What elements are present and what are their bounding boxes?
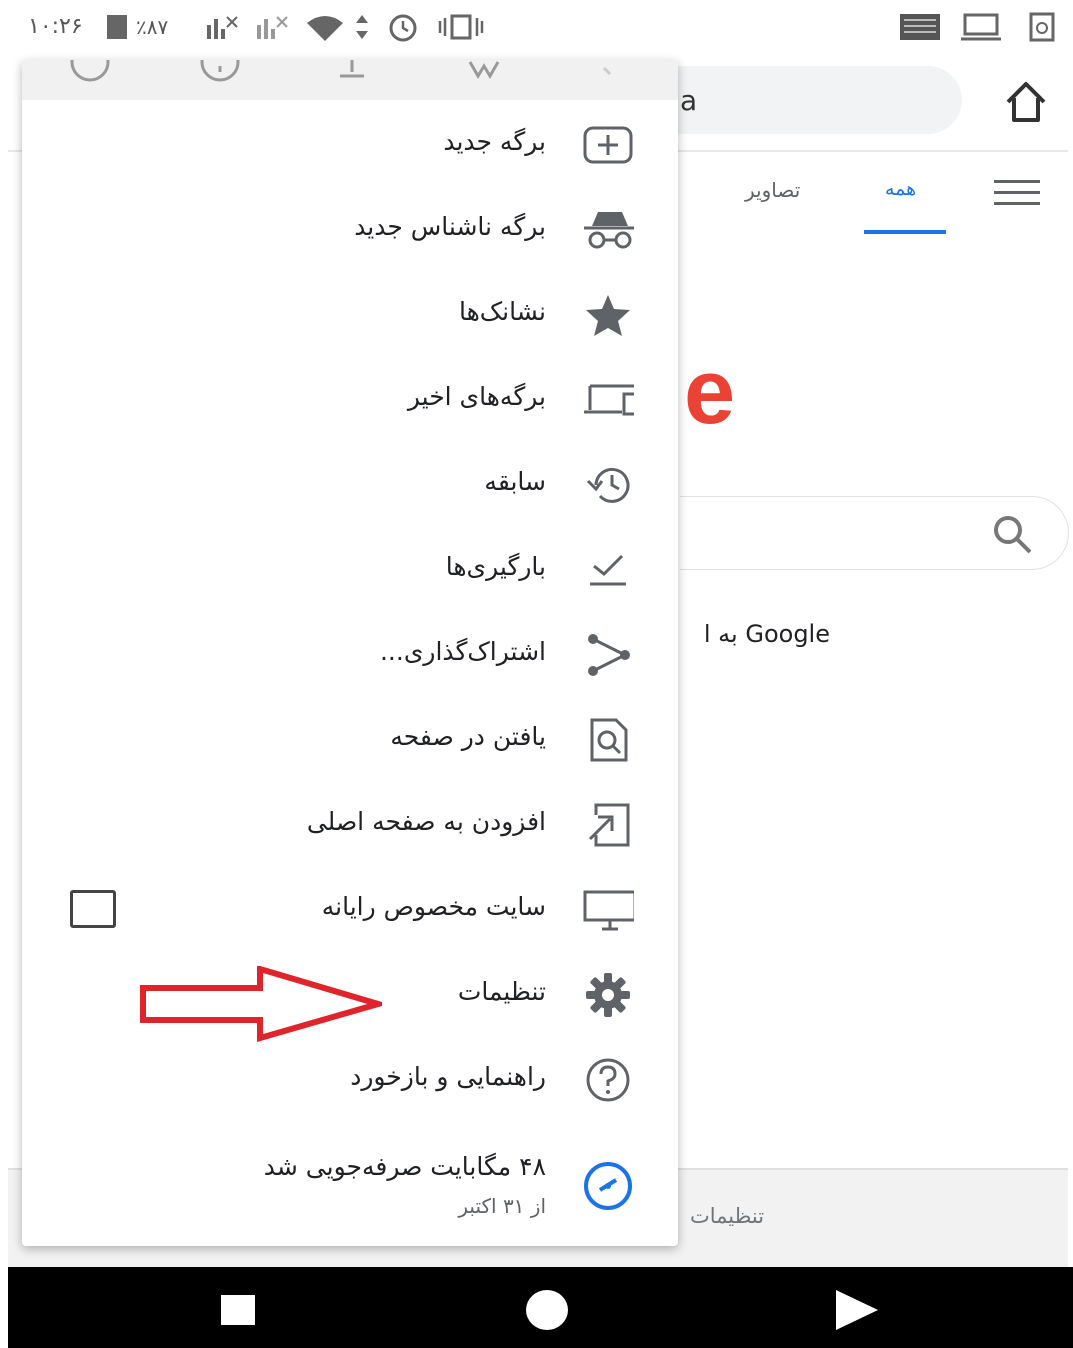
- signal-icon-2: [255, 12, 291, 42]
- help-icon: [582, 1058, 634, 1102]
- incognito-icon: [582, 208, 634, 252]
- menu-item-add-to-home-screen[interactable]: افزودن به صفحه اصلی: [22, 785, 678, 865]
- menu-item-label: برگه‌های اخیر: [407, 382, 546, 411]
- notification-app-icon: [898, 12, 942, 42]
- menu-item-bookmarks[interactable]: نشانک‌ها: [22, 275, 678, 355]
- menu-item-label: تنظیمات: [457, 977, 546, 1006]
- tab-active-indicator: [864, 230, 946, 234]
- bookmark-star-icon[interactable]: [464, 60, 504, 88]
- search-icon[interactable]: [990, 512, 1034, 556]
- annotation-arrow: [140, 966, 382, 1042]
- menu-item-label: بارگیری‌ها: [445, 552, 546, 581]
- menu-item-label: نشانک‌ها: [458, 297, 546, 326]
- vibrate-icon: [436, 12, 488, 42]
- info-icon[interactable]: [200, 60, 240, 88]
- plus-box-icon: [582, 123, 634, 167]
- google-logo: e: [684, 341, 736, 443]
- tab-images[interactable]: تصاویر: [745, 178, 800, 202]
- menu-item-history[interactable]: سابقه: [22, 445, 678, 525]
- menu-item-label: برگه جدید: [443, 127, 546, 156]
- menu-item-label: راهنمایی و بازخورد: [350, 1062, 546, 1091]
- menu-top-actions: [22, 60, 678, 100]
- home-nav-button[interactable]: [526, 1290, 568, 1330]
- overflow-menu: برگه جدید برگه ناشناس جدید نشانک‌ها برگه…: [22, 60, 678, 1246]
- star-icon: [582, 293, 634, 337]
- menu-item-new-incognito-tab[interactable]: برگه ناشناس جدید: [22, 190, 678, 270]
- menu-item-new-tab[interactable]: برگه جدید: [22, 105, 678, 185]
- alarm-icon: [385, 12, 421, 42]
- home-icon: [1006, 82, 1046, 122]
- desktop-icon: [582, 888, 634, 932]
- gear-icon: [582, 973, 634, 1017]
- forward-icon[interactable]: [594, 60, 634, 88]
- home-button[interactable]: [1000, 76, 1052, 128]
- battery-icon: [105, 12, 129, 42]
- recents-button[interactable]: [221, 1295, 255, 1325]
- share-icon: [582, 633, 634, 677]
- menu-item-sublabel: از ۳۱ اکتبر: [458, 1194, 546, 1218]
- tab-all[interactable]: همه: [885, 178, 916, 200]
- refresh-icon[interactable]: [70, 60, 110, 88]
- history-icon: [582, 463, 634, 507]
- omnibox-text: a: [680, 84, 698, 117]
- menu-item-label: یافتن در صفحه: [390, 722, 546, 751]
- menu-item-find-in-page[interactable]: یافتن در صفحه: [22, 700, 678, 780]
- menu-item-label: ۴۸ مگابایت صرفه‌جویی شد: [263, 1152, 546, 1181]
- menu-item-recent-tabs[interactable]: برگه‌های اخیر: [22, 360, 678, 440]
- desktop-site-checkbox[interactable]: [70, 890, 116, 928]
- offered-in-text: Google به ا: [703, 620, 830, 648]
- menu-item-downloads[interactable]: بارگیری‌ها: [22, 530, 678, 610]
- data-arrows-icon: [352, 12, 372, 42]
- data-saver-icon: [582, 1162, 634, 1210]
- menu-item-label: افزودن به صفحه اصلی: [306, 807, 546, 836]
- wifi-icon: [305, 12, 345, 42]
- footer-settings-link[interactable]: تنظیمات: [690, 1204, 764, 1228]
- add-to-home-icon: [582, 803, 634, 847]
- menu-item-help-feedback[interactable]: راهنمایی و بازخورد: [22, 1040, 678, 1120]
- back-button[interactable]: [836, 1290, 878, 1330]
- menu-item-share[interactable]: اشتراک‌گذاری...: [22, 615, 678, 695]
- devices-icon: [582, 378, 634, 422]
- find-in-page-icon: [582, 718, 634, 762]
- download-icon[interactable]: [332, 60, 372, 88]
- status-time: ۱۰:۲۶: [28, 14, 83, 39]
- battery-percent: ٪۸۷: [136, 15, 169, 39]
- signal-icon: [205, 12, 241, 42]
- download-check-icon: [582, 548, 634, 592]
- hamburger-menu-icon[interactable]: [994, 180, 1040, 206]
- menu-item-label: سایت مخصوص رایانه: [321, 892, 546, 921]
- menu-item-desktop-site[interactable]: سایت مخصوص رایانه: [22, 870, 678, 950]
- cast-icon: [1028, 12, 1056, 42]
- menu-item-data-saver[interactable]: ۴۸ مگابایت صرفه‌جویی شد از ۳۱ اکتبر: [22, 1130, 678, 1240]
- menu-item-label: سابقه: [484, 467, 546, 496]
- menu-item-label: برگه ناشناس جدید: [354, 212, 546, 241]
- status-bar: ۱۰:۲۶ ٪۸۷: [0, 0, 1073, 58]
- laptop-icon: [960, 12, 1002, 42]
- menu-item-label: اشتراک‌گذاری...: [379, 637, 546, 666]
